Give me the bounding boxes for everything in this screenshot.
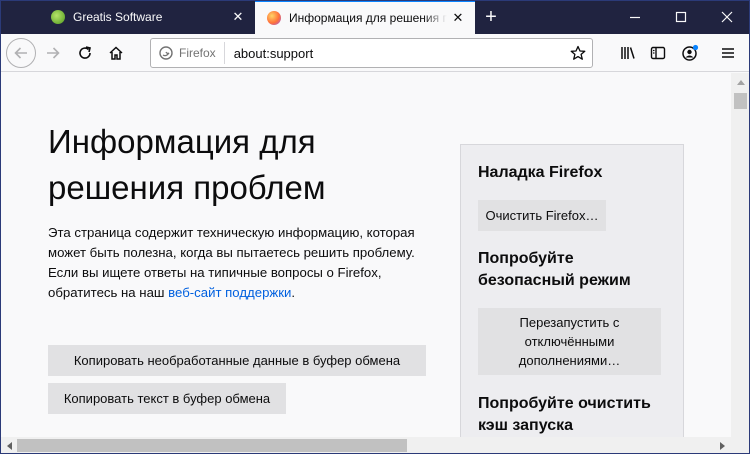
tab-label: Greatis Software xyxy=(73,10,163,24)
navigation-toolbar: Firefox about:support xyxy=(0,34,750,72)
tab-troubleshooting[interactable]: Информация для решения пр ✕ xyxy=(255,0,475,34)
maximize-icon xyxy=(675,11,687,23)
copy-raw-data-button[interactable]: Копировать необработанные данные в буфер… xyxy=(48,345,426,376)
vertical-scroll-thumb[interactable] xyxy=(734,93,747,109)
tab-greatis-software[interactable]: Greatis Software ✕ xyxy=(39,0,255,34)
close-icon xyxy=(721,11,733,23)
account-button[interactable] xyxy=(675,38,705,68)
troubleshooting-sidebar: Наладка Firefox Очистить Firefox… Попроб… xyxy=(460,144,684,437)
forward-button[interactable] xyxy=(38,38,68,68)
page-title: Информация для решения проблем xyxy=(48,123,326,206)
identity-box[interactable]: Firefox xyxy=(151,42,225,64)
description-end: . xyxy=(291,285,296,300)
menu-button[interactable] xyxy=(713,38,743,68)
horizontal-scrollbar[interactable] xyxy=(0,437,731,454)
home-icon xyxy=(109,46,123,60)
account-icon xyxy=(682,44,699,61)
chevron-right-icon xyxy=(719,441,725,450)
back-arrow-icon xyxy=(14,47,27,59)
restart-safe-mode-button[interactable]: Перезапустить с отключёнными дополнениям… xyxy=(478,308,661,375)
maximize-button[interactable] xyxy=(658,0,704,34)
reload-button[interactable] xyxy=(70,38,100,68)
scroll-left-button[interactable] xyxy=(0,437,17,454)
home-button[interactable] xyxy=(101,38,131,68)
minimize-button[interactable] xyxy=(612,0,658,34)
vertical-scrollbar[interactable] xyxy=(731,73,750,437)
identity-label: Firefox xyxy=(179,46,216,60)
refresh-firefox-button[interactable]: Очистить Firefox… xyxy=(478,200,606,231)
scroll-right-button[interactable] xyxy=(714,437,731,454)
library-button[interactable] xyxy=(613,38,643,68)
scroll-up-button[interactable] xyxy=(731,73,750,90)
scrollbar-corner xyxy=(731,437,750,454)
url-bar[interactable]: Firefox about:support xyxy=(150,38,593,68)
title-bar: Greatis Software ✕ Информация для решени… xyxy=(0,0,750,34)
star-icon xyxy=(570,45,586,60)
sidebar-button[interactable] xyxy=(643,38,673,68)
close-tab-icon[interactable]: ✕ xyxy=(447,7,469,29)
safe-mode-heading: Попробуйте безопасный режим xyxy=(478,250,631,289)
url-input[interactable]: about:support xyxy=(225,46,564,61)
page-description: Эта страница содержит техническую информ… xyxy=(48,223,443,303)
page-content: Информация для решения проблем Эта стран… xyxy=(0,73,731,437)
close-window-button[interactable] xyxy=(704,0,750,34)
refresh-heading: Наладка Firefox xyxy=(478,164,603,181)
bookmark-star-button[interactable] xyxy=(564,39,592,67)
firefox-favicon-icon xyxy=(267,11,281,25)
minimize-icon xyxy=(630,16,640,19)
reload-icon xyxy=(79,46,91,59)
greatis-favicon-icon xyxy=(51,10,65,24)
forward-arrow-icon xyxy=(47,47,60,59)
sidebar-icon xyxy=(650,46,666,60)
chevron-up-icon xyxy=(736,79,745,85)
support-website-link[interactable]: веб-сайт поддержки xyxy=(168,285,291,300)
firefox-icon xyxy=(159,46,173,60)
new-tab-button[interactable]: + xyxy=(478,5,504,29)
close-tab-icon[interactable]: ✕ xyxy=(227,6,249,28)
back-button[interactable] xyxy=(6,38,36,68)
tab-label: Информация для решения пр xyxy=(289,11,447,25)
library-icon xyxy=(621,47,635,59)
startup-cache-heading: Попробуйте очистить кэш запуска xyxy=(478,395,651,434)
horizontal-scroll-thumb[interactable] xyxy=(17,439,407,452)
chevron-left-icon xyxy=(6,441,12,450)
copy-text-button[interactable]: Копировать текст в буфер обмена xyxy=(48,383,286,414)
menu-icon xyxy=(722,48,734,58)
